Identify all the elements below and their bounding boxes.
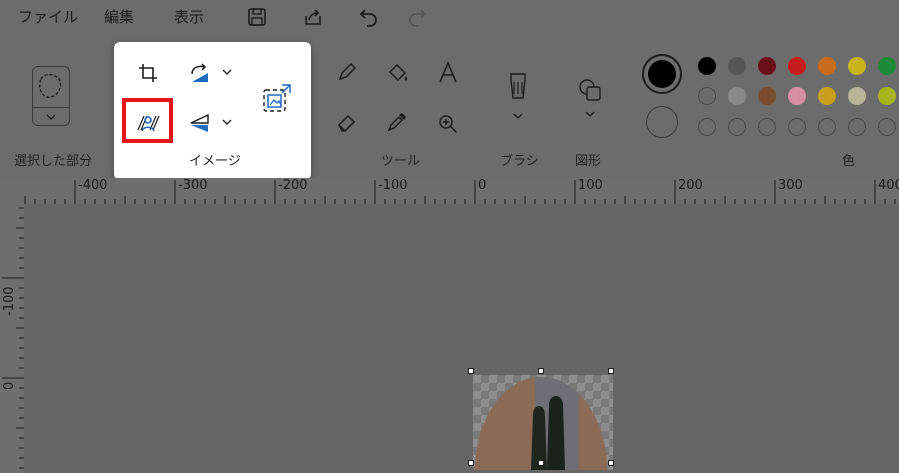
fill-icon[interactable] [385, 60, 411, 86]
secondary-color[interactable] [646, 106, 678, 138]
image-group-label: イメージ [189, 154, 241, 169]
pencil-icon[interactable] [335, 60, 359, 84]
color-picker-icon[interactable] [385, 110, 409, 134]
resize-icon[interactable] [261, 82, 293, 114]
ruler-label: -200 [278, 178, 308, 193]
color-swatch[interactable] [848, 118, 866, 136]
color-swatch[interactable] [818, 118, 836, 136]
primary-color[interactable] [642, 54, 682, 94]
canvas-image[interactable] [473, 375, 613, 470]
resize-handle[interactable] [468, 368, 474, 374]
canvas-area[interactable] [24, 204, 899, 473]
eraser-icon[interactable] [335, 110, 359, 134]
chevron-down-icon [46, 114, 56, 120]
shapes-icon[interactable] [576, 76, 604, 122]
vertical-ruler: -100 0 [0, 204, 24, 473]
ruler-label: -100 [378, 178, 408, 193]
text-icon[interactable] [436, 60, 460, 86]
color-swatch[interactable] [848, 87, 866, 105]
ruler-label: 200 [678, 178, 703, 193]
color-swatch[interactable] [818, 87, 836, 105]
color-swatch[interactable] [698, 87, 716, 105]
resize-handle[interactable] [608, 368, 614, 374]
ruler-label: -300 [178, 178, 208, 193]
brush-icon[interactable] [505, 70, 531, 130]
brush-group-label: ブラシ [500, 154, 539, 169]
menu-edit[interactable]: 編集 [104, 6, 134, 27]
horizontal-ruler: -400 -300 -200 -100 0 100 200 300 400 [0, 178, 899, 204]
resize-handle[interactable] [538, 368, 544, 374]
shapes-group-label: 図形 [575, 154, 602, 169]
color-swatch[interactable] [698, 57, 716, 75]
resize-handle[interactable] [538, 460, 544, 466]
menu-file[interactable]: ファイル [18, 6, 78, 27]
color-swatch[interactable] [788, 118, 806, 136]
free-select-icon[interactable] [32, 66, 70, 126]
ruler-label: -400 [78, 178, 108, 193]
ruler-ticks [2, 207, 24, 469]
selection-group-label: 選択した部分 [14, 154, 93, 169]
tools-group-label: ツール [381, 154, 421, 169]
color-swatch[interactable] [818, 57, 836, 75]
save-icon[interactable] [244, 4, 270, 30]
share-icon[interactable] [300, 4, 326, 30]
ruler-label: -100 [2, 286, 17, 316]
color-swatch[interactable] [758, 87, 776, 105]
color-swatch[interactable] [728, 57, 746, 75]
redo-icon[interactable] [404, 4, 430, 30]
color-swatch[interactable] [728, 87, 746, 105]
menu-bar: ファイル 編集 表示 [0, 0, 899, 34]
highlight-box [122, 98, 173, 143]
undo-icon[interactable] [356, 4, 382, 30]
ruler-label: 400 [878, 178, 899, 193]
ruler-label: 300 [778, 178, 803, 193]
color-swatch[interactable] [788, 57, 806, 75]
flip-icon[interactable] [188, 112, 212, 134]
color-swatch[interactable] [758, 118, 776, 136]
color-swatch[interactable] [698, 118, 716, 136]
color-swatch[interactable] [728, 118, 746, 136]
crop-icon[interactable] [137, 62, 159, 84]
color-swatch[interactable] [878, 87, 896, 105]
color-swatch[interactable] [848, 57, 866, 75]
ruler-label: 0 [478, 178, 487, 193]
color-swatch[interactable] [788, 87, 806, 105]
color-swatch[interactable] [878, 118, 896, 136]
color-swatch[interactable] [758, 57, 776, 75]
chevron-down-icon[interactable] [221, 118, 233, 126]
resize-handle[interactable] [468, 460, 474, 466]
ruler-label: 0 [2, 381, 17, 390]
ruler-label: 100 [578, 178, 603, 193]
resize-handle[interactable] [608, 460, 614, 466]
magnifier-icon[interactable] [436, 112, 460, 136]
ruler-ticks [24, 180, 896, 204]
color-swatch[interactable] [878, 57, 896, 75]
rotate-icon[interactable] [188, 62, 212, 84]
colors-group-label: 色 [842, 154, 856, 169]
chevron-down-icon[interactable] [221, 68, 233, 76]
menu-view[interactable]: 表示 [174, 6, 204, 27]
